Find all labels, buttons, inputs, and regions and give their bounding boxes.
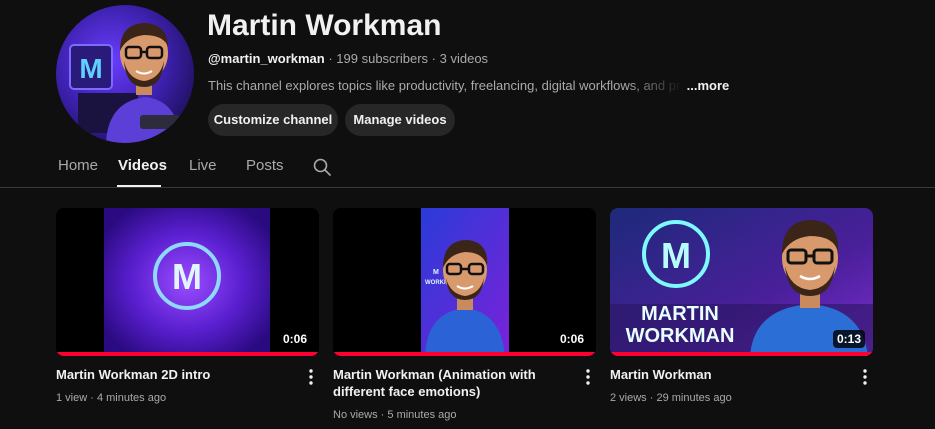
meta-separator: · <box>87 392 97 404</box>
video-meta: No views · 5 minutes ago <box>333 408 457 422</box>
video-duration: 0:06 <box>555 330 588 348</box>
channel-description[interactable]: This channel explores topics like produc… <box>208 77 730 95</box>
search-icon[interactable] <box>313 158 331 176</box>
video-duration: 0:13 <box>832 330 865 348</box>
more-vert-icon[interactable] <box>580 368 596 386</box>
upload-age: 5 minutes ago <box>387 409 457 421</box>
channel-handle: @martin_workman <box>208 51 325 66</box>
watch-progress-bar <box>333 352 596 356</box>
description-more-link[interactable]: ...more <box>687 78 730 93</box>
video-title[interactable]: Martin Workman 2D intro <box>56 366 291 383</box>
video-title[interactable]: Martin Workman <box>610 366 845 383</box>
upload-age: 29 minutes ago <box>656 392 732 404</box>
subscriber-count: 199 subscribers <box>336 51 429 66</box>
watch-progress-bar <box>56 352 319 356</box>
view-count: No views <box>333 409 378 421</box>
upload-age: 4 minutes ago <box>96 392 167 404</box>
video-card: M MARTIN WORKMAN 0:13 Martin Workman 2 v… <box>610 208 873 423</box>
manage-videos-button[interactable]: Manage videos <box>345 104 455 136</box>
tabs-divider <box>0 187 935 188</box>
meta-separator: · <box>646 392 657 404</box>
video-title[interactable]: Martin Workman (Animation with different… <box>333 366 568 400</box>
svg-text:WORKMAN: WORKMAN <box>626 325 735 347</box>
video-duration: 0:06 <box>278 330 311 348</box>
tab-videos[interactable]: Videos <box>118 157 167 175</box>
more-vert-icon[interactable] <box>303 368 319 386</box>
view-count: 1 view <box>56 392 88 404</box>
svg-text:M: M <box>79 53 102 84</box>
watch-progress-bar <box>610 352 873 356</box>
video-thumbnail[interactable]: M MARTIN WORKMAN 0:13 <box>610 208 873 356</box>
video-card: M WORKMAN 0:06 Martin Workman (Animation… <box>333 208 596 423</box>
channel-meta: @martin_workman · 199 subscribers · 3 vi… <box>208 50 488 68</box>
video-count: 3 videos <box>439 51 489 66</box>
tab-posts[interactable]: Posts <box>246 157 284 175</box>
channel-tabs: Home Videos Live Posts <box>0 150 935 188</box>
channel-page: M Martin Workman @martin_workman · 199 s… <box>0 0 935 429</box>
customize-channel-button[interactable]: Customize channel <box>208 104 338 136</box>
tab-home[interactable]: Home <box>58 157 98 175</box>
view-count: 2 views <box>610 392 647 404</box>
video-meta: 2 views · 29 minutes ago <box>610 391 732 405</box>
video-meta: 1 view · 4 minutes ago <box>56 391 166 405</box>
svg-text:M: M <box>172 256 202 297</box>
channel-name: Martin Workman <box>207 9 442 42</box>
avatar-illustration: M <box>56 5 194 143</box>
more-vert-icon[interactable] <box>857 368 873 386</box>
video-thumbnail[interactable]: M 0:06 <box>56 208 319 356</box>
svg-text:M: M <box>433 269 439 276</box>
meta-separator: · <box>377 409 388 421</box>
video-card: M 0:06 Martin Workman 2D intro 1 view · … <box>56 208 319 423</box>
channel-avatar[interactable]: M <box>56 5 194 143</box>
svg-text:MARTIN: MARTIN <box>641 303 719 325</box>
meta-separator: · <box>428 51 440 66</box>
meta-separator: · <box>324 51 337 66</box>
video-thumbnail[interactable]: M WORKMAN 0:06 <box>333 208 596 356</box>
tab-live[interactable]: Live <box>189 157 217 175</box>
description-text: This channel explores topics like produc… <box>208 78 683 93</box>
svg-text:M: M <box>661 235 691 276</box>
